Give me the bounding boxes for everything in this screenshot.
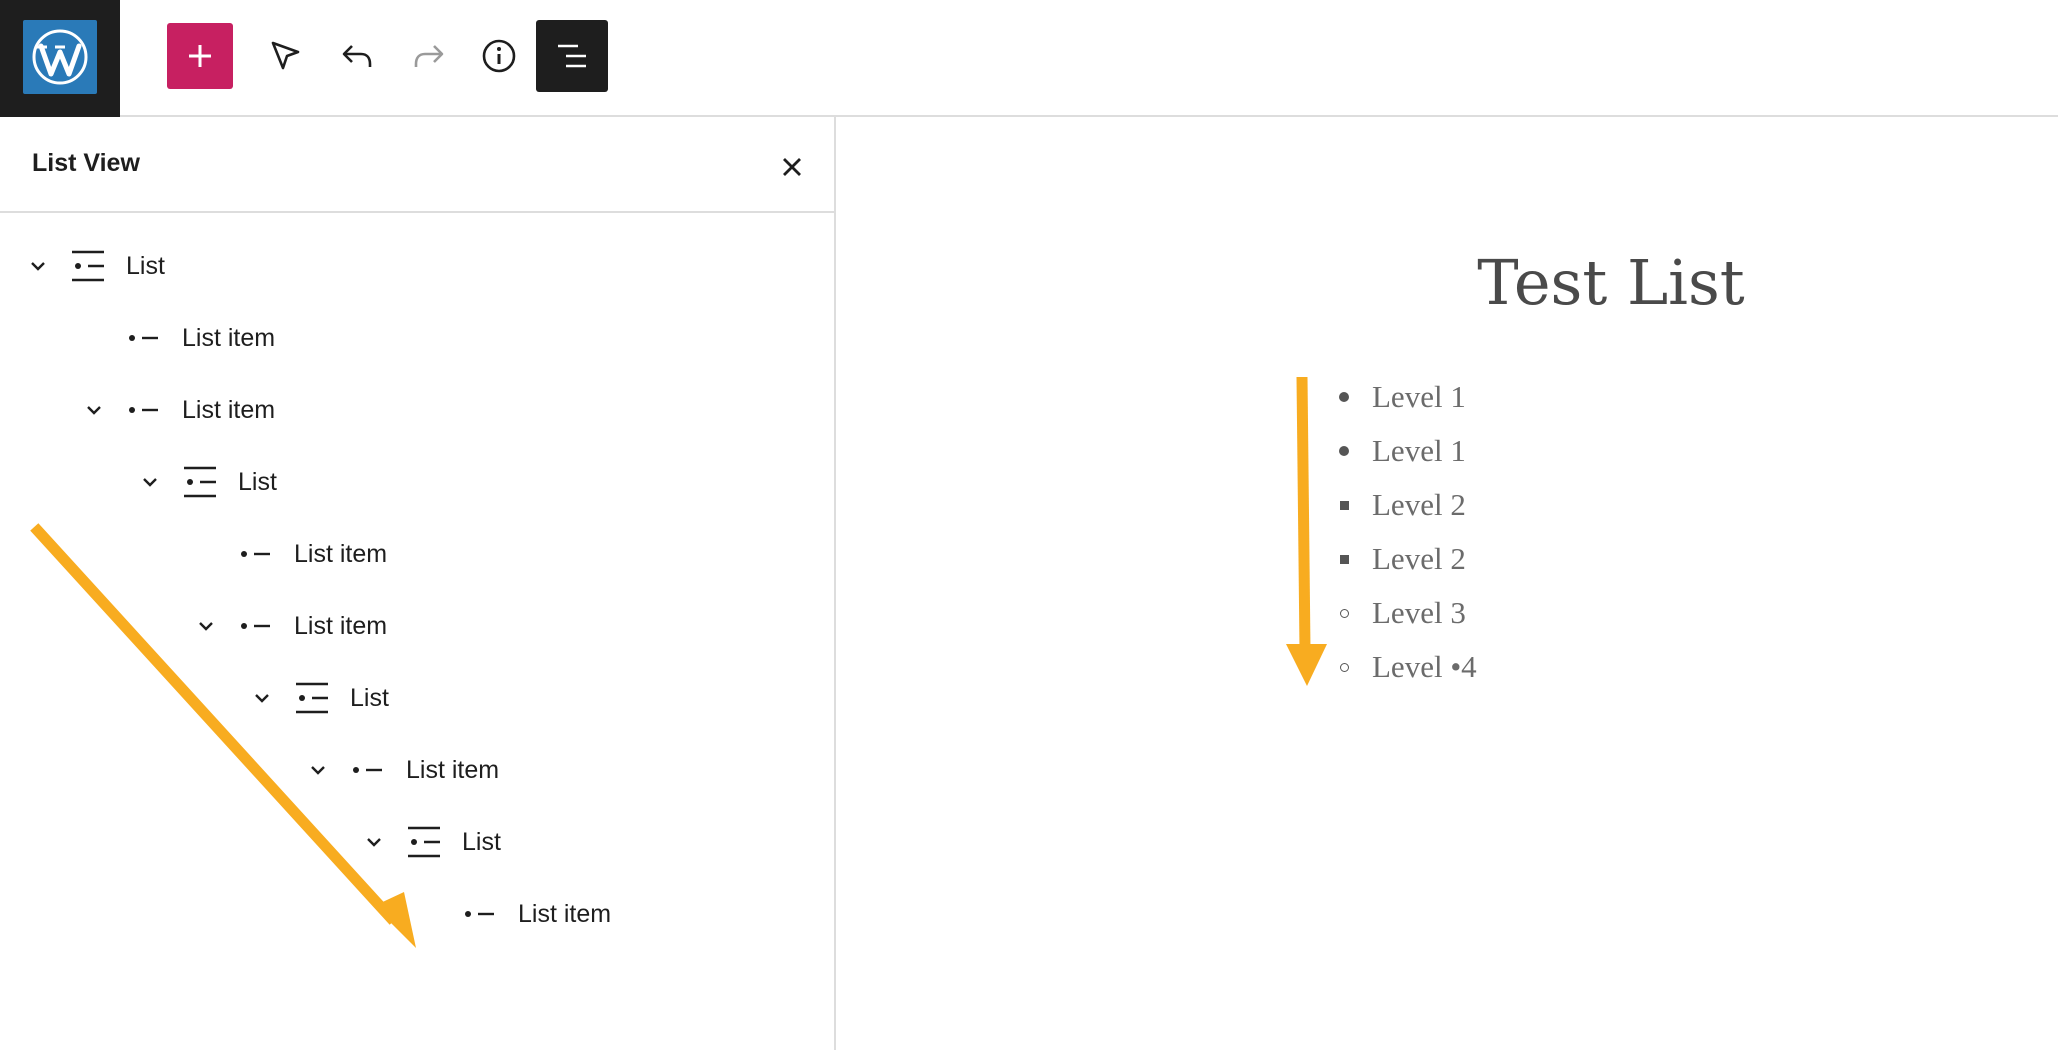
list-view-row-list[interactable]: List <box>250 673 389 723</box>
circle-bullet-icon <box>1336 659 1352 675</box>
list-view-row-list-item[interactable]: List item <box>418 889 611 939</box>
row-label: List item <box>294 539 388 568</box>
top-toolbar <box>0 0 2058 117</box>
square-bullet-icon <box>1336 551 1352 567</box>
editor-app: List View List List item List item List List… <box>0 0 2058 1050</box>
list-item-block-icon <box>238 608 274 644</box>
chevron-down-icon[interactable] <box>26 254 50 278</box>
list-item-block-icon <box>350 752 386 788</box>
redo-button[interactable] <box>396 23 462 89</box>
list-block-icon <box>294 680 330 716</box>
row-label: List <box>462 827 501 856</box>
square-bullet-icon <box>1336 497 1352 513</box>
list-item-text: Level •4 <box>1372 649 1477 684</box>
info-icon <box>482 39 516 73</box>
list-view-row-list-item[interactable]: List item <box>194 529 387 579</box>
chevron-down-icon[interactable] <box>82 398 106 422</box>
list-item-text: Level 1 <box>1372 433 1466 468</box>
close-icon <box>783 158 801 176</box>
list-item-block-icon <box>238 536 274 572</box>
chevron-down-icon[interactable] <box>138 470 162 494</box>
list-block-icon <box>182 464 218 500</box>
tools-select-button[interactable] <box>252 23 318 89</box>
list-view-row-list-item[interactable]: List item <box>194 601 387 651</box>
list-item-text: Level 1 <box>1372 379 1466 414</box>
row-label: List <box>350 683 389 712</box>
list-view-row-list[interactable]: List <box>362 817 501 867</box>
undo-icon <box>342 45 372 67</box>
list-item[interactable]: Level 2 <box>1336 539 1466 579</box>
post-title[interactable]: Test List <box>836 252 2058 314</box>
chevron-down-icon[interactable] <box>194 614 218 638</box>
pointer-icon <box>271 41 300 70</box>
row-label: List item <box>294 611 388 640</box>
details-button[interactable] <box>466 23 532 89</box>
panel-title: List View <box>32 149 140 177</box>
wordpress-logo-icon <box>23 20 97 94</box>
list-item-text: Level 3 <box>1372 595 1466 630</box>
disc-bullet-icon <box>1336 389 1352 405</box>
list-item[interactable]: Level 1 <box>1336 377 1466 417</box>
site-menu-button[interactable] <box>0 0 120 117</box>
list-view-icon <box>558 44 586 68</box>
list-view-row-list-item[interactable]: List item <box>306 745 499 795</box>
row-label: List item <box>518 899 612 928</box>
close-list-view-button[interactable] <box>772 147 812 187</box>
undo-button[interactable] <box>324 23 390 89</box>
row-label: List item <box>182 323 276 352</box>
block-inserter-button[interactable] <box>167 23 233 89</box>
chevron-down-icon[interactable] <box>250 686 274 710</box>
list-view-row-list-item[interactable]: List item <box>82 385 275 435</box>
list-view-row-list-item[interactable]: List item <box>82 313 275 363</box>
editor-canvas[interactable]: Test List Level 1 Level 1 Level 2 Level 2 Le… <box>836 117 2058 1050</box>
row-label: List item <box>182 395 276 424</box>
list-item[interactable]: Level •4 <box>1336 647 1477 687</box>
disc-bullet-icon <box>1336 443 1352 459</box>
row-label: List <box>238 467 277 496</box>
list-item-text: Level 2 <box>1372 487 1466 522</box>
list-item-block-icon <box>126 392 162 428</box>
redo-icon <box>414 45 444 67</box>
list-view-header: List View <box>0 117 834 213</box>
chevron-down-icon[interactable] <box>306 758 330 782</box>
list-block-icon <box>70 248 106 284</box>
list-view-toggle-button[interactable] <box>536 20 608 92</box>
plus-icon <box>189 45 211 67</box>
list-item[interactable]: Level 3 <box>1336 593 1466 633</box>
list-item-block-icon <box>126 320 162 356</box>
post-title-text: Test List <box>1477 246 1745 319</box>
list-item-text: Level 2 <box>1372 541 1466 576</box>
list-view-panel: List View List List item List item List List… <box>0 117 836 1050</box>
row-label: List <box>126 251 165 280</box>
list-view-row-list[interactable]: List <box>138 457 277 507</box>
chevron-down-icon[interactable] <box>362 830 386 854</box>
list-block-icon <box>406 824 442 860</box>
list-item[interactable]: Level 1 <box>1336 431 1466 471</box>
list-item[interactable]: Level 2 <box>1336 485 1466 525</box>
circle-bullet-icon <box>1336 605 1352 621</box>
list-item-block-icon <box>462 896 498 932</box>
list-view-row-list[interactable]: List <box>26 241 165 291</box>
row-label: List item <box>406 755 500 784</box>
